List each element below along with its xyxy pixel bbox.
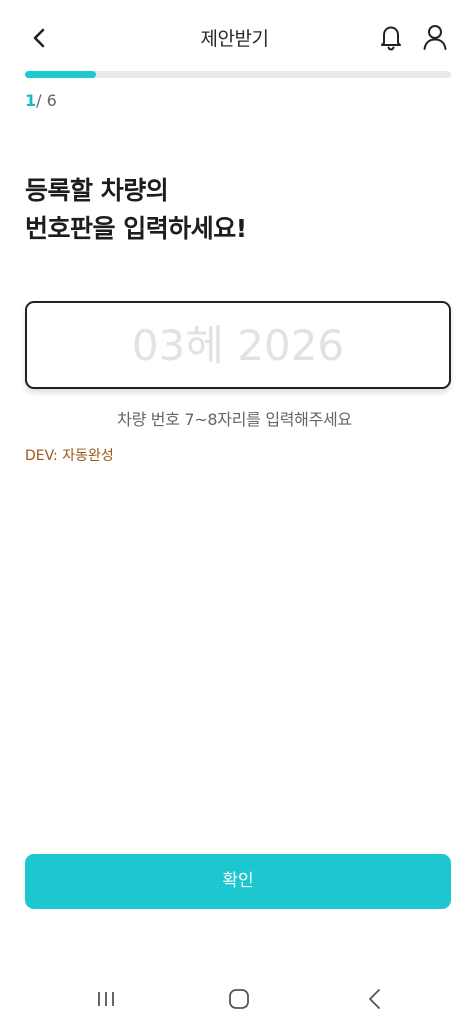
step-indicator: 1/ 6 — [25, 91, 57, 110]
confirm-button[interactable]: 확인 — [25, 854, 451, 909]
bell-icon[interactable] — [374, 20, 408, 54]
home-icon[interactable] — [224, 984, 254, 1014]
dev-autofill-link[interactable]: DEV: 자동완성 — [25, 445, 114, 465]
input-hint: 차량 번호 7~8자리를 입력해주세요 — [117, 410, 352, 429]
plate-number-input[interactable] — [27, 303, 449, 387]
total-steps: / 6 — [36, 91, 57, 110]
progress-bar — [25, 71, 451, 78]
plate-number-field[interactable] — [25, 301, 451, 389]
app-header: 제안받기 — [0, 0, 469, 70]
user-icon[interactable] — [418, 20, 452, 54]
instruction-heading: 등록할 차량의 번호판을 입력하세요! — [25, 172, 247, 248]
heading-line-1: 등록할 차량의 — [25, 176, 169, 205]
back-icon[interactable] — [360, 984, 390, 1014]
system-navigation-bar — [0, 970, 469, 1024]
current-step: 1 — [25, 91, 37, 110]
recent-apps-icon[interactable] — [92, 984, 122, 1014]
progress-fill — [25, 71, 97, 78]
heading-line-2: 번호판을 입력하세요! — [25, 214, 247, 243]
